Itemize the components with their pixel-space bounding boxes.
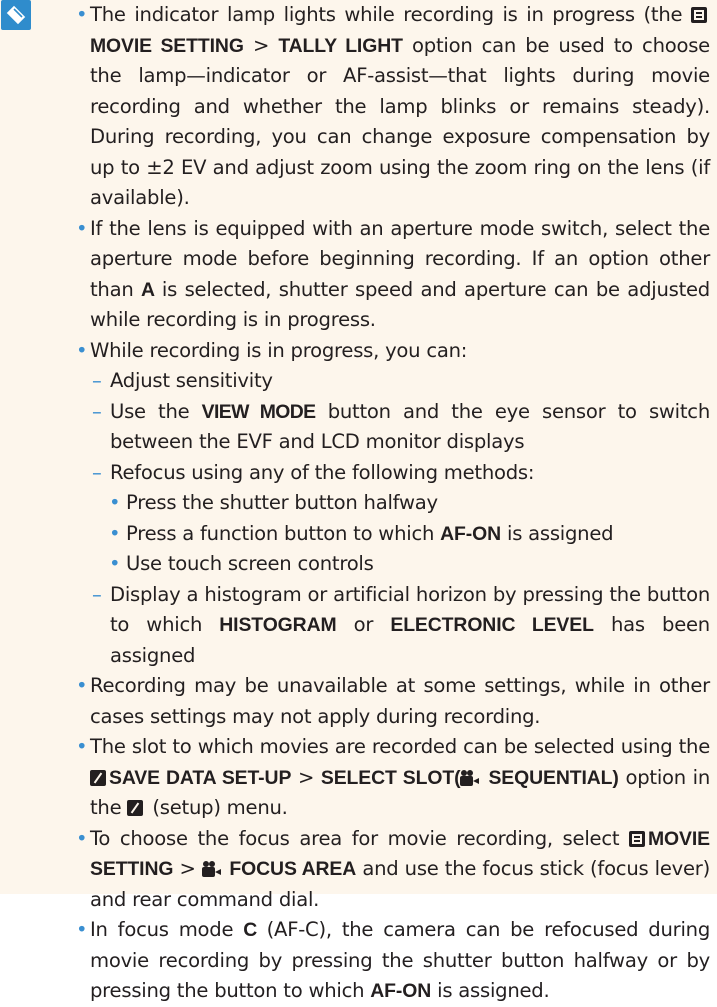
option-name: FOCUS AREA — [223, 858, 357, 880]
option-name: SEQUENTIAL) — [482, 766, 619, 789]
text-run: The indicator lamp lights while recordin… — [90, 3, 691, 26]
text-run: Adjust sensitivity — [110, 369, 273, 392]
note-panel: The indicator lamp lights while recordin… — [0, 0, 717, 1002]
bullet-item: Recording may be unavailable at some set… — [76, 671, 710, 732]
option-name: MOVIE SETTING — [90, 34, 244, 57]
dash-list-item: Adjust sensitivity — [76, 366, 710, 397]
sub-bullet-item: Press a function button to which AF-ON i… — [76, 519, 710, 550]
option-name: C — [243, 919, 257, 941]
text-run: is assigned. — [431, 979, 550, 1002]
option-name: SELECT SLOT( — [320, 766, 461, 789]
text-run: Use touch screen controls — [126, 552, 374, 575]
text-run: option can be used to choose the lamp—in… — [90, 33, 710, 210]
sub-bullet-item: Press the shutter button halfway — [76, 488, 710, 519]
bullet-item: While recording is in progress, you can: — [76, 336, 710, 367]
bullet-item: The indicator lamp lights while recordin… — [76, 0, 710, 214]
text-run: > — [243, 33, 279, 57]
dash-list-item: Display a histogram or artificial horizo… — [76, 580, 710, 672]
note-pencil-icon — [1, 0, 31, 30]
text-run: Press a function button to which — [126, 521, 441, 545]
text-run: In focus mode — [90, 918, 244, 941]
text-run: or — [336, 613, 391, 636]
option-name: ELECTRONIC LEVEL — [390, 614, 594, 636]
movie-camera-icon — [460, 769, 480, 786]
text-run: The slot to which movies are recorded ca… — [90, 735, 710, 758]
text-run: To choose the focus area for movie recor… — [90, 826, 629, 850]
dash-list-item: Use the VIEW MODE button and the eye sen… — [76, 397, 710, 458]
sub-bullet-item: Use touch screen controls — [76, 549, 710, 580]
option-name: SAVE DATA SET-UP — [109, 766, 292, 789]
text-run: (setup) menu. — [146, 796, 288, 819]
text-run: is selected, shutter speed and aperture … — [90, 277, 710, 332]
dash-list-item: Refocus using any of the following metho… — [76, 458, 710, 489]
text-run: Recording may be unavailable at some set… — [90, 674, 710, 728]
option-name: TALLY LIGHT — [278, 34, 403, 57]
notes-list: The indicator lamp lights while recordin… — [76, 0, 710, 1007]
bullet-item: In focus mode C (AF-C), the camera can b… — [76, 915, 710, 1007]
text-run: > — [291, 765, 321, 789]
option-name: AF-ON — [370, 980, 432, 1002]
setup-icon — [90, 769, 106, 786]
text-run: Use the — [110, 399, 202, 423]
option-name: HISTOGRAM — [219, 614, 337, 636]
text-run: Press the shutter button halfway — [126, 491, 438, 514]
bullet-item: If the lens is equipped with an aperture… — [76, 214, 710, 336]
option-name: A — [141, 278, 155, 301]
option-name: VIEW MODE — [201, 400, 317, 423]
movie-setting-icon — [691, 7, 707, 23]
text-run: Refocus using any of the following metho… — [110, 460, 535, 484]
bullet-item: The slot to which movies are recorded ca… — [76, 732, 710, 824]
bullet-item: To choose the focus area for movie recor… — [76, 824, 710, 916]
text-run: While recording is in progress, you can: — [90, 338, 468, 362]
setup-icon — [127, 800, 144, 816]
movie-camera-icon — [201, 861, 222, 877]
text-run: is assigned — [501, 521, 614, 545]
movie-setting-icon — [629, 830, 645, 847]
text-run: > — [173, 857, 202, 880]
option-name: AF-ON — [440, 522, 502, 545]
